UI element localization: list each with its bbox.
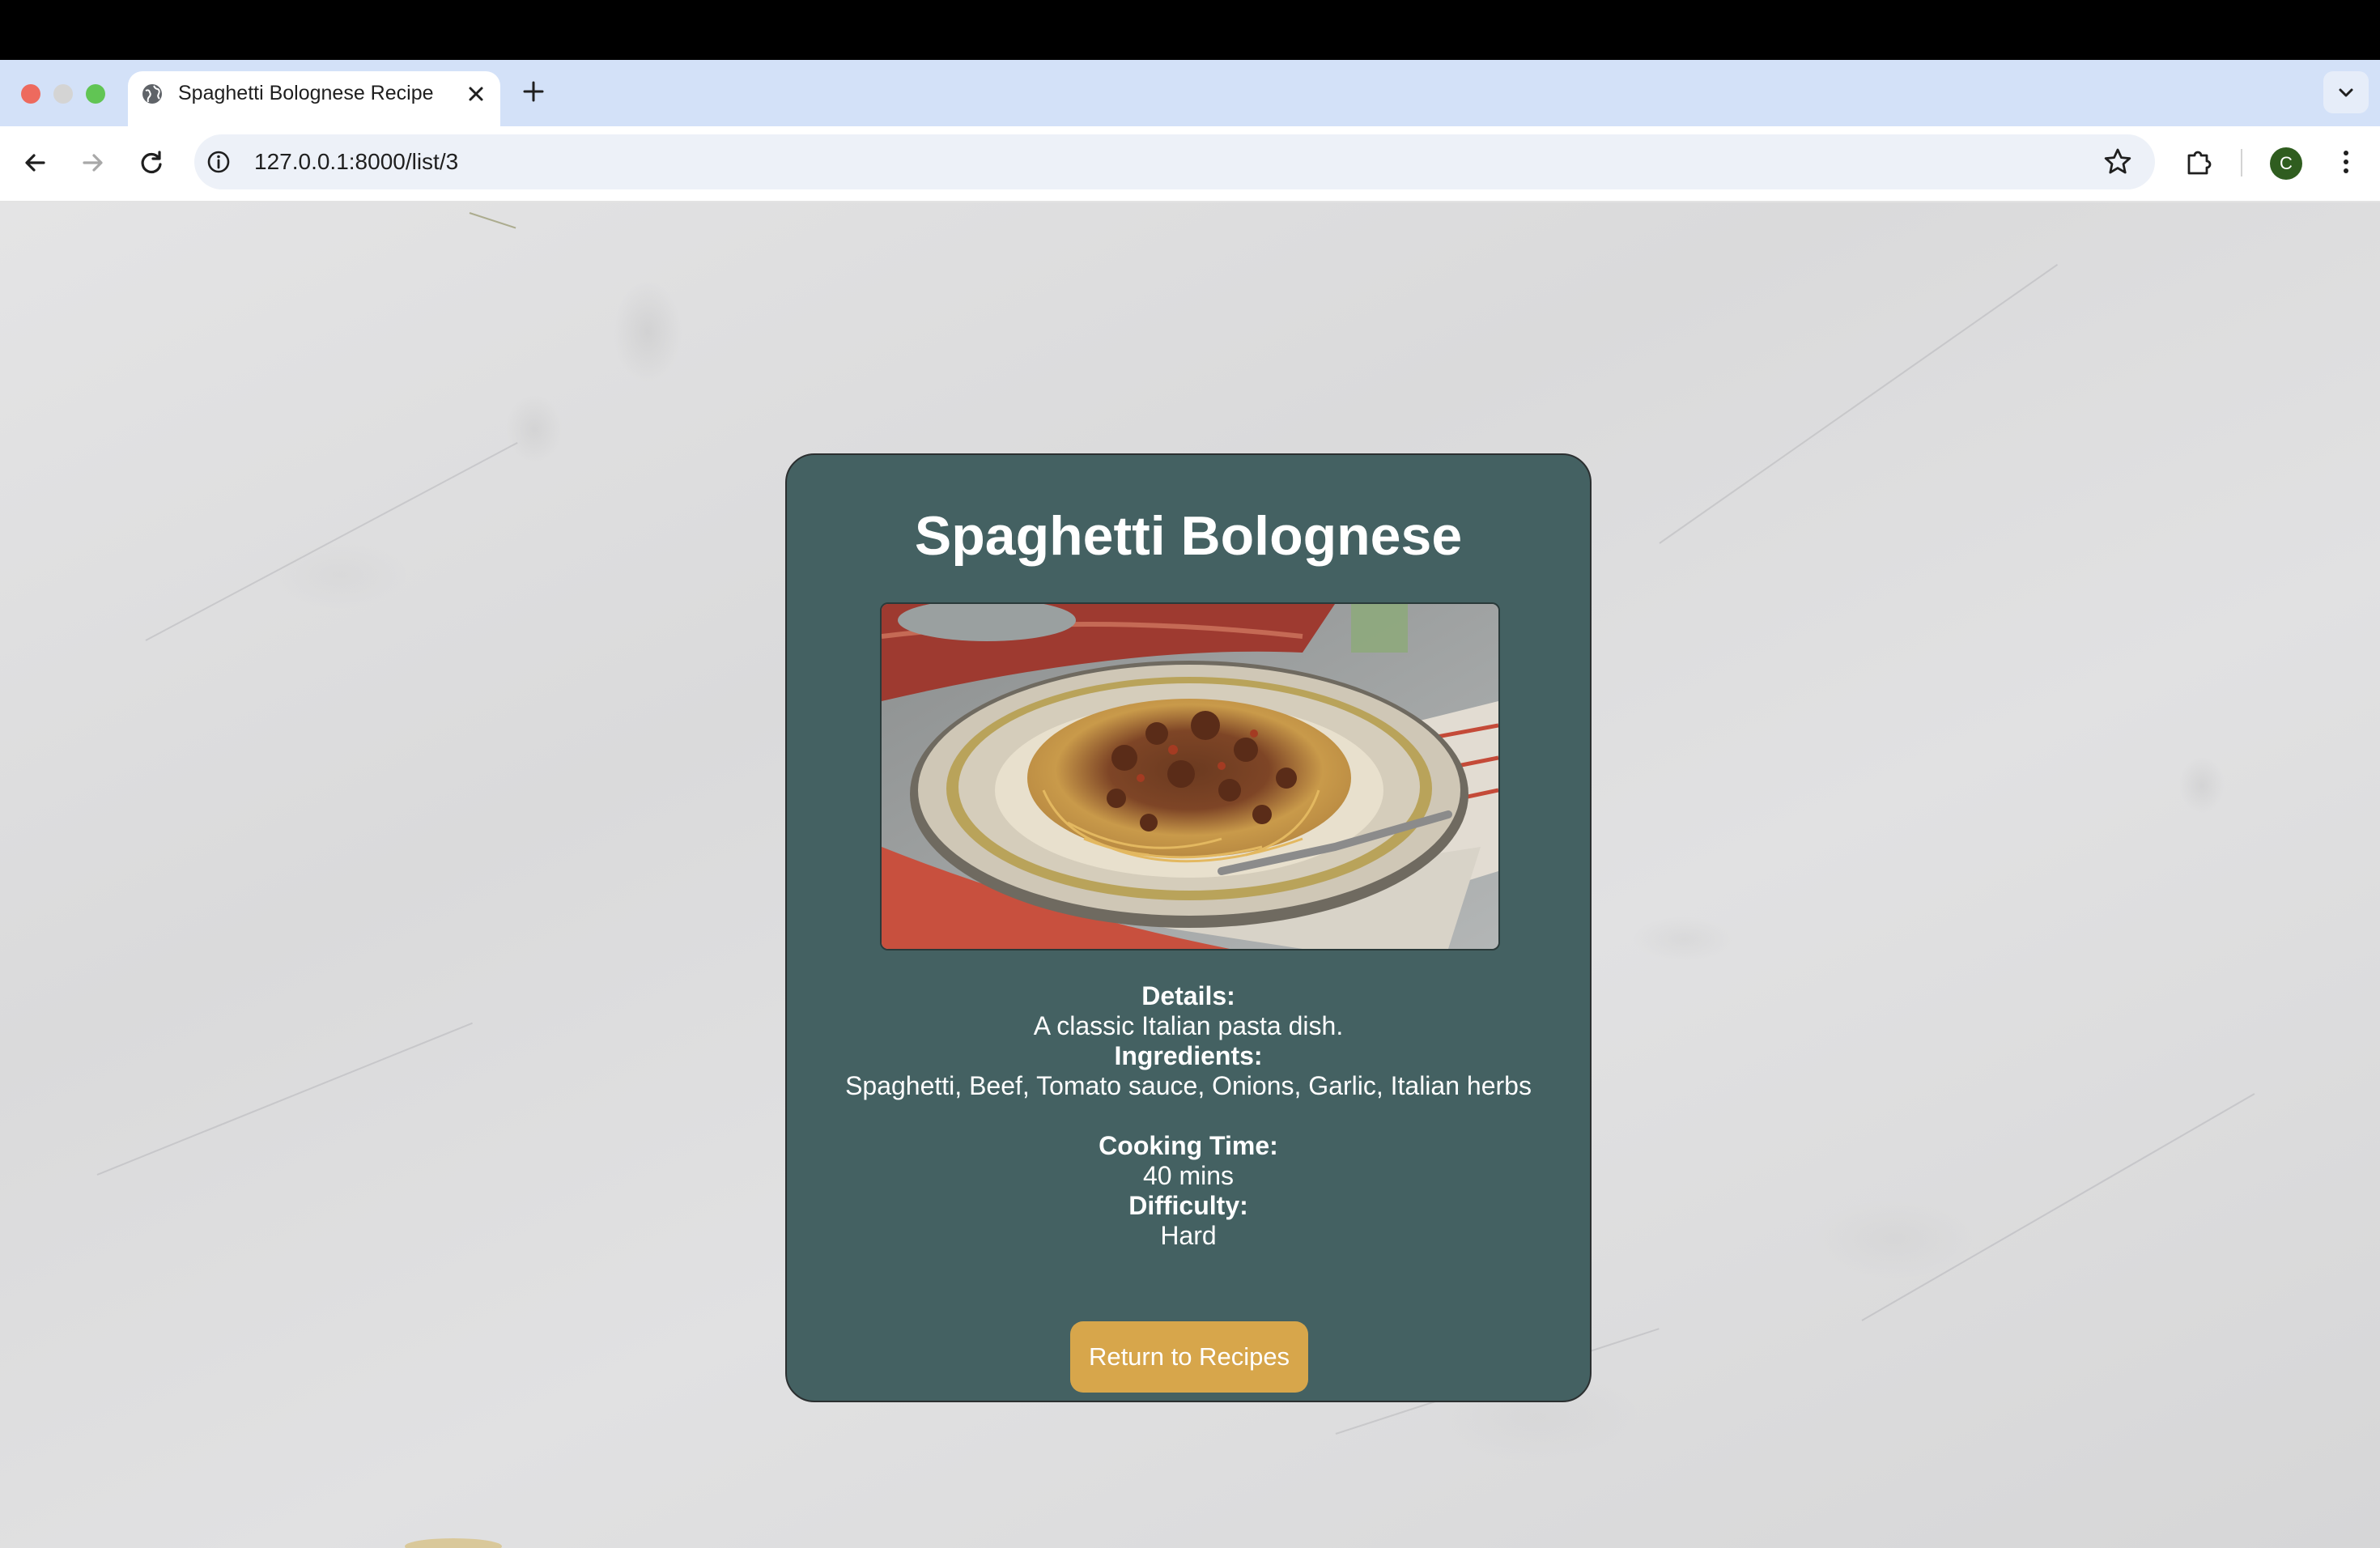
page-background: Spaghetti Bolognese Details: A classic I… (0, 202, 2380, 1548)
globe-icon (142, 84, 162, 104)
recipe-card: Spaghetti Bolognese Details: A classic I… (785, 453, 1592, 1402)
return-to-recipes-button[interactable]: Return to Recipes (1070, 1321, 1308, 1393)
ingredients-text: Spaghetti, Beef, Tomato sauce, Onions, G… (845, 1071, 1532, 1100)
minimize-window-button[interactable] (53, 84, 73, 104)
info-icon[interactable] (206, 149, 232, 175)
arrow-right-icon[interactable] (78, 147, 108, 178)
marble-vein (145, 441, 518, 641)
marble-vein (1861, 1093, 2255, 1321)
profile-avatar[interactable]: C (2270, 147, 2302, 180)
ingredients-label: Ingredients: (1114, 1041, 1263, 1070)
difficulty-text: Hard (1160, 1221, 1217, 1250)
address-bar[interactable] (194, 134, 2155, 189)
arrow-left-icon[interactable] (19, 147, 50, 178)
tab-search-button[interactable] (2323, 71, 2369, 113)
background-food-edge (405, 1538, 502, 1548)
marble-vein (469, 212, 516, 229)
os-menu-bar (0, 0, 2380, 60)
chevron-down-icon (2339, 88, 2353, 97)
recipe-photo (880, 602, 1500, 950)
url-text[interactable]: 127.0.0.1:8000/list/3 (254, 147, 458, 176)
details-label: Details: (1141, 981, 1235, 1010)
cooking-time-text: 40 mins (1142, 1161, 1235, 1190)
close-icon[interactable] (463, 81, 489, 107)
toolbar-divider (2241, 149, 2242, 176)
marble-vein (96, 1022, 473, 1176)
marble-vein (1659, 264, 2059, 544)
details-text: A classic Italian pasta dish. (1033, 1011, 1344, 1040)
recipe-title: Spaghetti Bolognese (914, 505, 1463, 567)
star-icon[interactable] (2102, 146, 2134, 178)
maximize-window-button[interactable] (86, 84, 105, 104)
tab-title: Spaghetti Bolognese Recipe (178, 82, 434, 104)
close-window-button[interactable] (21, 84, 40, 104)
kebab-menu-icon[interactable] (2330, 146, 2362, 178)
reload-icon[interactable] (136, 147, 167, 178)
plus-icon[interactable] (520, 78, 547, 105)
cooking-time-label: Cooking Time: (1099, 1131, 1278, 1160)
puzzle-icon[interactable] (2182, 146, 2215, 178)
difficulty-label: Difficulty: (1128, 1191, 1248, 1220)
